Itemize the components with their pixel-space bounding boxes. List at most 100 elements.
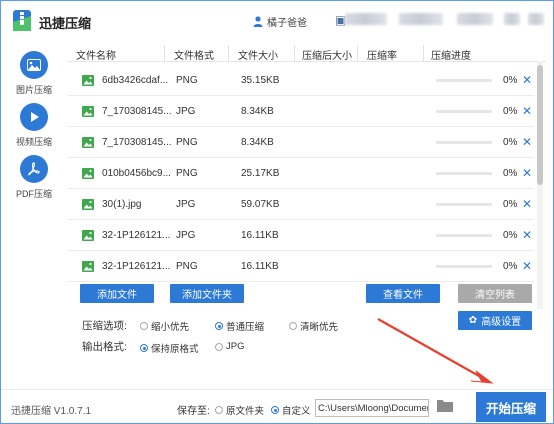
radio-dot [215,322,223,330]
scrollbar[interactable] [537,61,543,309]
radio-normal-compress[interactable]: 普通压缩 [215,319,264,333]
image-file-icon [82,230,94,241]
file-size: 8.34KB [241,137,274,148]
file-format: PNG [176,137,198,148]
blurred-info [345,13,387,25]
column-header-size[interactable]: 文件大小 [238,47,278,62]
close-button[interactable] [528,13,544,25]
column-header-progress[interactable]: 压缩进度 [431,47,471,62]
file-size: 25.17KB [241,168,280,179]
file-format: PNG [176,168,198,179]
file-name: 7_170308145... [102,137,172,148]
remove-file-button[interactable]: ✕ [522,197,532,211]
start-compress-button[interactable]: 开始压缩 [476,392,546,422]
radio-jpg[interactable]: JPG [215,341,244,352]
table-row[interactable]: 7_170308145... JPG 8.34KB 0% ✕ [68,96,534,127]
output-path-field[interactable]: C:\Users\Mloong\Documents [315,399,429,417]
title-bar: 迅捷压缩 橘子爸爸 ▣ [1,1,553,39]
minimize-button[interactable] [504,13,520,25]
output-format-label: 输出格式: [82,341,127,353]
radio-size-priority[interactable]: 缩小优先 [140,319,189,333]
table-row[interactable]: 010b0456bc9... PNG 25.17KB 0% ✕ [68,158,534,189]
file-size: 8.34KB [241,106,274,117]
user-account[interactable]: 橘子爸爸 [253,14,307,29]
table-row[interactable]: 32-1P126121... JPG 16.11KB 0% ✕ [68,220,534,251]
radio-keep-format[interactable]: 保持原格式 [140,341,199,355]
main-panel: 文件名称 文件格式 文件大小 压缩后大小 压缩率 压缩进度 6db3426cda… [68,39,546,389]
sidebar: 图片压缩 视频压缩 PDF压缩 [1,39,67,389]
image-file-icon [82,106,94,117]
column-divider [423,45,424,61]
app-logo-icon [13,10,31,31]
view-file-button[interactable]: 查看文件 [366,284,440,303]
sidebar-item-pdf-compress[interactable]: PDF压缩 [1,155,67,200]
progress-percent: 0% [503,137,518,148]
column-header-compressed-size[interactable]: 压缩后大小 [302,47,352,62]
pdf-icon [20,155,48,183]
progress-percent: 0% [503,75,518,86]
remove-file-button[interactable]: ✕ [522,228,532,242]
scrollbar-thumb[interactable] [537,65,543,185]
app-window: 迅捷压缩 橘子爸爸 ▣ 图片压缩 视频压缩 PDF压缩 文件名称 文件格式 文件… [0,0,554,424]
remove-file-button[interactable]: ✕ [522,259,532,273]
file-format: PNG [176,261,198,272]
file-name: 32-1P126121... [102,230,171,241]
file-name: 7_170308145... [102,106,172,117]
file-size: 59.07KB [241,199,280,210]
file-format: JPG [176,106,196,117]
image-file-icon [82,168,94,179]
radio-label: 缩小优先 [151,322,190,333]
column-divider [228,45,229,61]
radio-dot [215,406,223,414]
radio-dot [271,406,279,414]
radio-label: 自定义 [282,406,311,417]
remove-file-button[interactable]: ✕ [522,104,532,118]
file-size: 16.11KB [241,261,279,272]
footer-bar: 迅捷压缩 V1.0.7.1 保存至: 原文件夹 自定义 C:\Users\Mlo… [1,389,553,423]
clear-list-button[interactable]: 清空列表 [458,284,532,303]
table-row[interactable]: 32-1P126121... PNG 16.11KB 0% ✕ [68,251,534,282]
file-name: 010b0456bc9... [102,168,171,179]
column-header-ratio[interactable]: 压缩率 [367,47,397,62]
column-header-format[interactable]: 文件格式 [174,47,214,62]
file-name: 30(1).jpg [102,199,142,210]
progress-percent: 0% [503,106,518,117]
column-header-name[interactable]: 文件名称 [76,47,116,62]
sidebar-item-label: 视频压缩 [15,137,52,147]
add-file-button[interactable]: 添加文件 [80,284,154,303]
advanced-settings-label: 高级设置 [481,317,522,328]
radio-clarity-priority[interactable]: 清晰优先 [289,319,338,333]
compress-options-label: 压缩选项: [82,320,127,332]
file-size: 16.11KB [241,230,279,241]
radio-custom-folder[interactable]: 自定义 [271,403,311,417]
remove-file-button[interactable]: ✕ [522,73,532,87]
image-file-icon [82,261,94,272]
sidebar-item-label: PDF压缩 [15,189,52,199]
file-format: JPG [176,199,196,210]
radio-original-folder[interactable]: 原文件夹 [215,403,264,417]
progress-percent: 0% [503,168,518,179]
column-divider [164,45,165,61]
table-row[interactable]: 30(1).jpg JPG 59.07KB 0% ✕ [68,189,534,220]
table-row[interactable]: 6db3426cdaf... PNG 35.15KB 0% ✕ [68,65,534,96]
file-name: 32-1P126121... [102,261,171,272]
blurred-info [457,13,493,25]
remove-file-button[interactable]: ✕ [522,135,532,149]
radio-dot [289,322,297,330]
file-name: 6db3426cdaf... [102,75,169,86]
folder-icon[interactable] [437,399,453,412]
remove-file-button[interactable]: ✕ [522,166,532,180]
progress-percent: 0% [503,261,518,272]
sidebar-item-image-compress[interactable]: 图片压缩 [1,51,67,96]
progress-bar [436,110,492,113]
file-size: 35.15KB [241,75,280,86]
progress-bar [436,79,492,82]
table-row[interactable]: 7_170308145... PNG 8.34KB 0% ✕ [68,127,534,158]
sidebar-item-video-compress[interactable]: 视频压缩 [1,103,67,148]
advanced-settings-button[interactable]: ✿ 高级设置 [458,311,532,330]
progress-bar [436,172,492,175]
progress-percent: 0% [503,199,518,210]
image-file-icon [82,199,94,210]
add-folder-button[interactable]: 添加文件夹 [170,284,244,303]
user-icon [253,16,263,27]
